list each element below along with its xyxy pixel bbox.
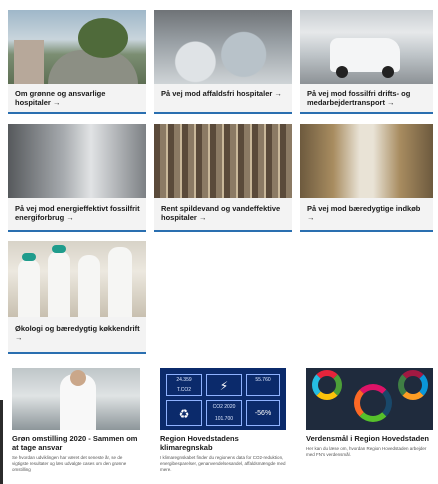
warehouse-image bbox=[300, 124, 433, 198]
report-description: Se hvordan udviklingen har været det sen… bbox=[12, 455, 127, 472]
stat-tile: CO2 2020 bbox=[212, 404, 236, 410]
card-label: På vej mod energieffektivt fossilfrit en… bbox=[15, 204, 140, 222]
electric-vans-image bbox=[300, 10, 433, 84]
waste-bags-image bbox=[154, 10, 292, 84]
report-green-transition[interactable]: Grøn omstilling 2020 - Sammen om at tage… bbox=[12, 368, 140, 473]
card-clean-wastewater[interactable]: Rent spildevand og vandeffektive hospita… bbox=[154, 124, 292, 232]
card-label: Rent spildevand og vandeffektive hospita… bbox=[161, 204, 281, 222]
arrow-right-icon: → bbox=[307, 213, 315, 222]
card-label: Økologi og bæredygtig køkkendrift bbox=[15, 324, 140, 333]
card-label: På vej mod fossilfri drifts- og medarbej… bbox=[307, 89, 411, 107]
recycle-icon: ♻ bbox=[166, 400, 202, 426]
technical-plant-image bbox=[8, 124, 146, 198]
report-global-goals[interactable]: Verdensmål i Region Hovedstaden Her kan … bbox=[306, 368, 433, 458]
card-waste-free[interactable]: På vej mod affaldsfri hospitaler → bbox=[154, 10, 292, 114]
report-cover-image bbox=[12, 368, 140, 430]
arrow-right-icon: → bbox=[15, 333, 23, 342]
sdg-wheel-icon bbox=[398, 370, 428, 400]
arrow-right-icon: → bbox=[274, 89, 282, 98]
card-fossil-free-transport[interactable]: På vej mod fossilfri drifts- og medarbej… bbox=[300, 10, 433, 114]
sdg-wheel-icon bbox=[312, 370, 342, 400]
card-sustainable-purchasing[interactable]: På vej mod bæredygtige indkøb → bbox=[300, 124, 433, 232]
card-green-hospitals[interactable]: Om grønne og ansvarlige hospitaler → bbox=[8, 10, 146, 114]
report-title: Verdensmål i Region Hovedstaden bbox=[306, 434, 429, 443]
report-description: Her kan du læse om, hvordan Region Hoved… bbox=[306, 446, 427, 457]
kitchen-staff-image bbox=[8, 241, 146, 317]
arrow-right-icon: → bbox=[66, 213, 74, 222]
report-title: Grøn omstilling 2020 - Sammen om at tage… bbox=[12, 434, 138, 452]
stat-tile: T.CO2 bbox=[176, 387, 192, 393]
card-organic-kitchen[interactable]: Økologi og bæredygtig køkkendrift → bbox=[8, 241, 146, 354]
water-plant-image bbox=[154, 124, 292, 198]
lightning-icon: ⚡ bbox=[206, 374, 242, 396]
card-label: På vej mod bæredygtige indkøb bbox=[307, 204, 421, 213]
card-label: På vej mod affaldsfri hospitaler bbox=[161, 89, 273, 98]
report-title: Region Hovedstadens klimaregnskab bbox=[160, 434, 239, 452]
stat-tile: 24.359 bbox=[176, 377, 192, 383]
stat-tile: 55.760 bbox=[255, 377, 271, 383]
report-climate-accounts[interactable]: 24.359 T.CO2 ⚡ 55.760 ♻ CO2 2020 101.700 -… bbox=[160, 368, 286, 473]
sdg-wheels-image bbox=[306, 368, 433, 430]
sdg-wheel-icon bbox=[354, 384, 392, 422]
arrow-right-icon: → bbox=[52, 98, 61, 107]
hospital-building-image bbox=[8, 10, 146, 84]
arrow-right-icon: → bbox=[198, 213, 207, 222]
page-edge-strip bbox=[0, 400, 3, 484]
report-description: I klimaregnskabet finder du regionens da… bbox=[160, 455, 286, 472]
arrow-right-icon: → bbox=[387, 98, 395, 107]
stat-tile: -56% bbox=[254, 410, 272, 417]
card-energy-efficient[interactable]: På vej mod energieffektivt fossilfrit en… bbox=[8, 124, 146, 232]
climate-infographic-image: 24.359 T.CO2 ⚡ 55.760 ♻ CO2 2020 101.700 -… bbox=[160, 368, 286, 430]
stat-tile: 101.700 bbox=[214, 416, 234, 422]
